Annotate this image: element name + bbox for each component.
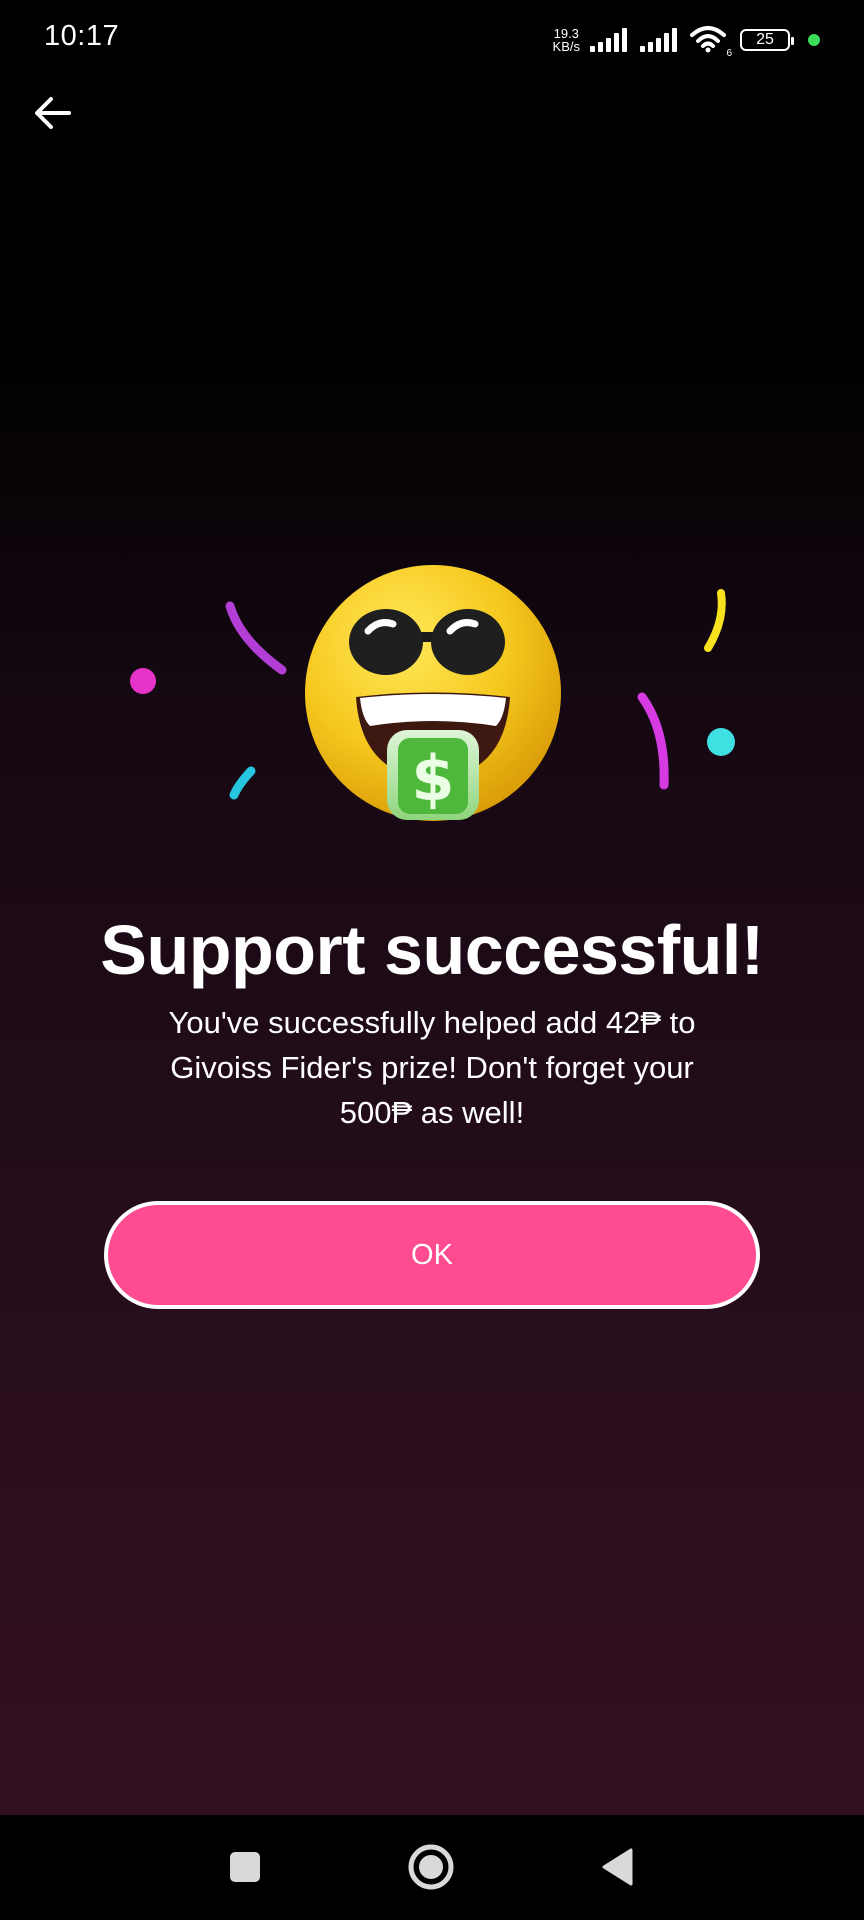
wifi-badge: 6 [726,48,732,59]
svg-text:$: $ [411,742,454,815]
network-speed: 19.3 KB/s [553,27,580,53]
battery-level: 25 [756,31,774,48]
recents-button[interactable] [213,1835,277,1899]
money-mouth-sunglasses-emoji: $ [130,565,735,821]
emoji-face: $ [305,565,561,821]
wifi-icon [690,26,726,53]
nav-back-button[interactable] [585,1835,649,1899]
charging-dot-icon [808,34,820,46]
signal-icon [590,28,627,52]
arrow-left-icon [35,97,71,129]
ok-button-label: OK [411,1238,453,1271]
status-bar: 10:17 19.3 KB/s 6 25 [0,0,864,80]
ok-button[interactable]: OK [104,1201,760,1309]
success-message: You've successfully helped add 42₱ to Gi… [168,1005,696,1130]
page-title: Support successful! [100,911,764,989]
battery-icon: 25 [740,29,794,51]
network-speed-unit: KB/s [552,39,580,54]
home-button[interactable] [399,1835,463,1899]
signal-icon [640,28,677,52]
back-button[interactable] [28,88,78,138]
status-time: 10:17 [44,20,120,52]
square-icon [230,1852,260,1882]
system-navigation-bar [0,1815,864,1920]
circle-icon [408,1844,454,1890]
triangle-icon [602,1848,633,1886]
status-icons: 19.3 KB/s 6 25 [553,24,820,59]
wifi-indicator: 6 [690,25,732,59]
